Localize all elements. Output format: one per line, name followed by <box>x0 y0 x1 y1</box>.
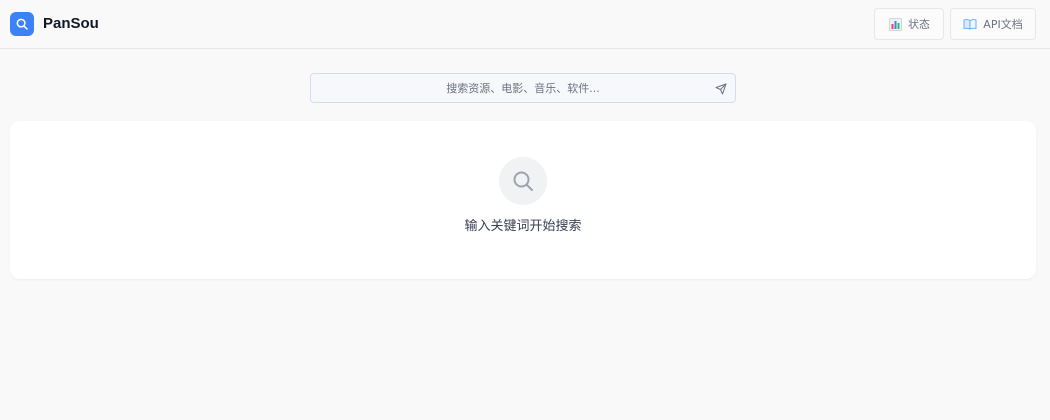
open-book-icon <box>963 17 977 31</box>
send-button[interactable] <box>714 82 728 96</box>
top-bar: PanSou 状态 API文档 <box>0 0 1050 49</box>
search-bar <box>310 73 736 103</box>
empty-state-message: 输入关键词开始搜索 <box>464 219 582 234</box>
bar-chart-icon <box>888 17 902 31</box>
empty-state-icon-circle <box>499 157 547 205</box>
status-button[interactable]: 状态 <box>874 8 944 40</box>
api-docs-button[interactable]: API文档 <box>950 8 1036 40</box>
search-icon <box>16 18 28 30</box>
search-icon <box>513 171 533 191</box>
app-title[interactable]: PanSou <box>43 15 99 33</box>
results-panel: 输入关键词开始搜索 <box>10 121 1036 279</box>
search-input[interactable] <box>311 74 735 102</box>
api-docs-button-label: API文档 <box>983 18 1023 31</box>
send-icon <box>715 83 727 95</box>
status-button-label: 状态 <box>908 18 930 31</box>
app-logo[interactable] <box>10 12 34 36</box>
